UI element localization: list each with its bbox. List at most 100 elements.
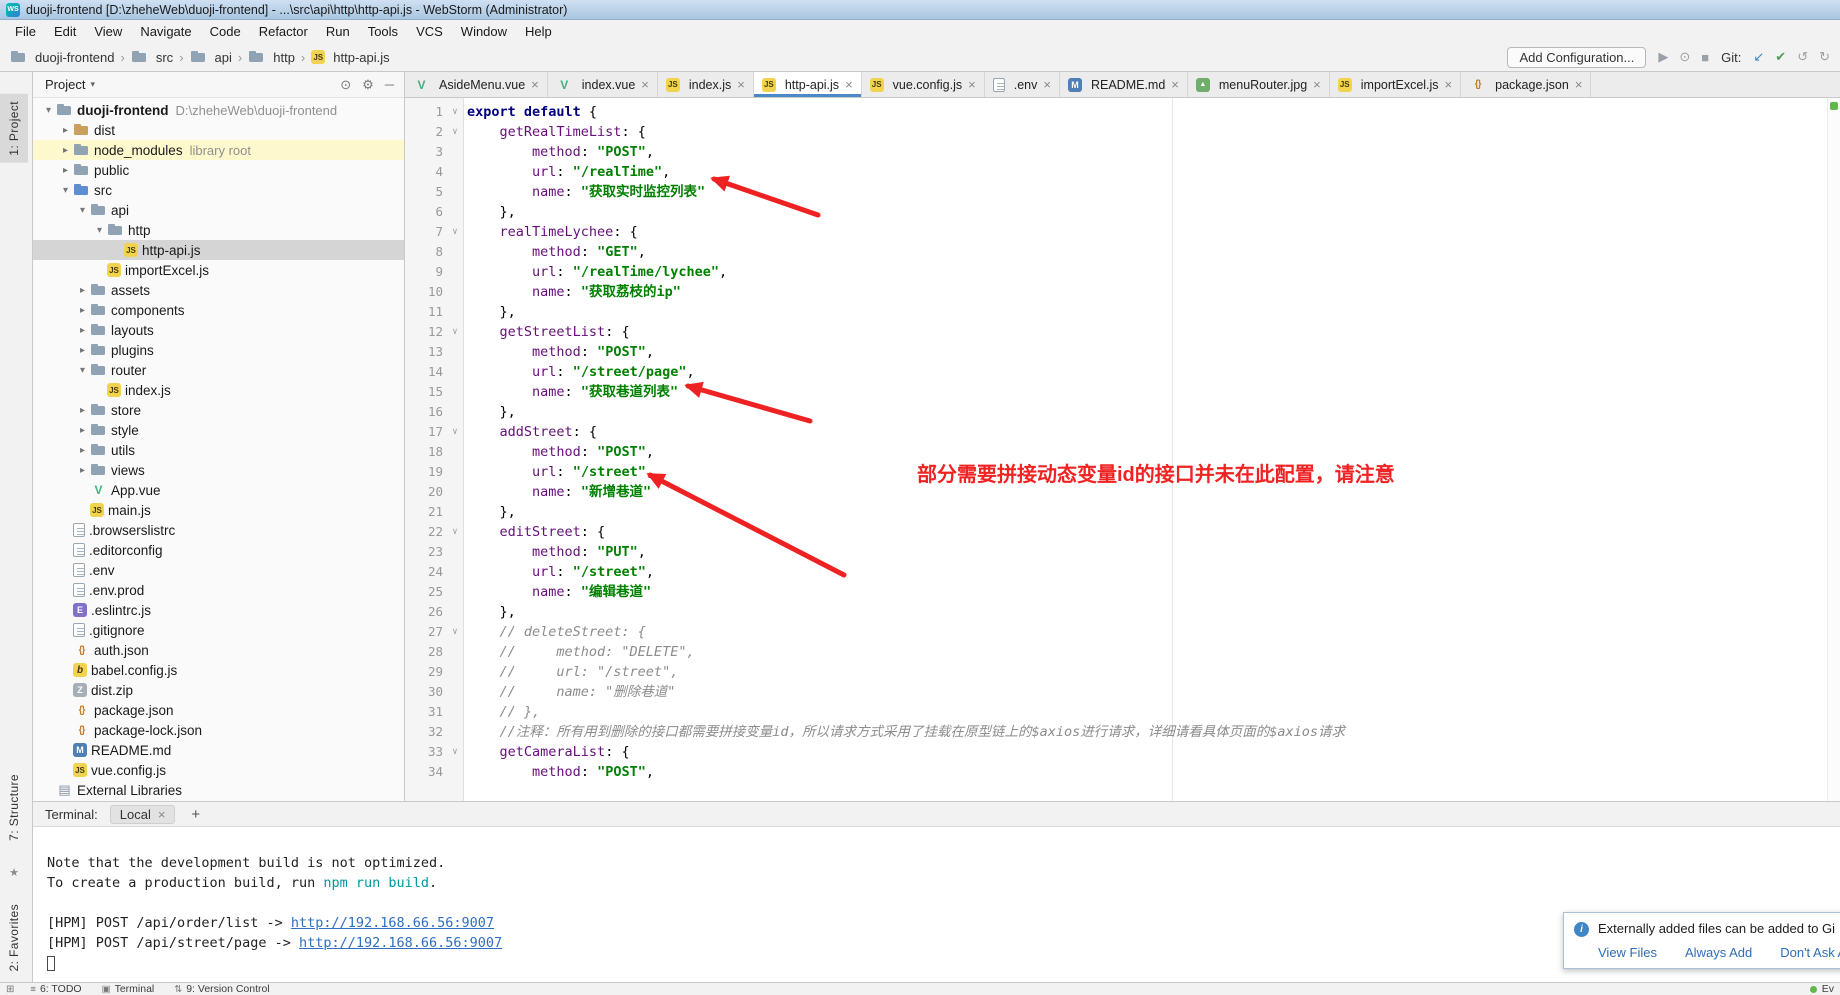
- line-number[interactable]: 27: [405, 622, 443, 642]
- terminal-link[interactable]: http://192.168.66.56:9007: [291, 915, 494, 931]
- menu-item-run[interactable]: Run: [317, 22, 359, 41]
- menu-item-vcs[interactable]: VCS: [407, 22, 452, 41]
- tree-item-package-lock-json[interactable]: {}package-lock.json: [33, 720, 404, 740]
- tree-item-package-json[interactable]: {}package.json: [33, 700, 404, 720]
- tree-item-dist[interactable]: ▸dist: [33, 120, 404, 140]
- line-number[interactable]: 18: [405, 442, 443, 462]
- tree-item-env-prod[interactable]: .env.prod: [33, 580, 404, 600]
- line-number[interactable]: 19: [405, 462, 443, 482]
- menu-item-code[interactable]: Code: [201, 22, 250, 41]
- menu-item-window[interactable]: Window: [452, 22, 516, 41]
- line-number[interactable]: 26: [405, 602, 443, 622]
- fold-icon[interactable]: ∨: [443, 622, 467, 642]
- line-number[interactable]: 21: [405, 502, 443, 522]
- tree-item-style[interactable]: ▸style: [33, 420, 404, 440]
- new-terminal-button[interactable]: +: [187, 806, 204, 823]
- chevron-down-icon[interactable]: ▾: [58, 185, 73, 196]
- line-number[interactable]: 32: [405, 722, 443, 742]
- hide-panel-icon[interactable]: ─: [385, 77, 394, 93]
- tab-http-api-js[interactable]: JShttp-api.js×: [754, 72, 862, 97]
- tab-importexcel-js[interactable]: JSimportExcel.js×: [1330, 72, 1461, 97]
- event-log-label[interactable]: Ev: [1822, 983, 1834, 995]
- gear-icon[interactable]: ⚙: [362, 77, 374, 93]
- breadcrumb-item-api[interactable]: api: [190, 49, 232, 65]
- close-icon[interactable]: ×: [1043, 77, 1051, 92]
- menu-item-edit[interactable]: Edit: [45, 22, 85, 41]
- tree-item-src[interactable]: ▾src: [33, 180, 404, 200]
- tree-item-main-js[interactable]: JSmain.js: [33, 500, 404, 520]
- fold-icon[interactable]: ∨: [443, 102, 467, 122]
- tree-item-auth-json[interactable]: {}auth.json: [33, 640, 404, 660]
- line-number[interactable]: 23: [405, 542, 443, 562]
- line-number[interactable]: 28: [405, 642, 443, 662]
- line-number[interactable]: 30: [405, 682, 443, 702]
- tool-stripe-project[interactable]: 1: Project: [0, 94, 28, 163]
- line-number[interactable]: 6: [405, 202, 443, 222]
- fold-icon[interactable]: ∨: [443, 322, 467, 342]
- line-number[interactable]: 8: [405, 242, 443, 262]
- refresh-icon[interactable]: ↻: [1819, 49, 1830, 65]
- git-update-icon[interactable]: ↙: [1753, 49, 1764, 65]
- line-number[interactable]: 12: [405, 322, 443, 342]
- tree-item-views[interactable]: ▸views: [33, 460, 404, 480]
- line-number[interactable]: 24: [405, 562, 443, 582]
- tree-item-browserslistrc[interactable]: .browserslistrc: [33, 520, 404, 540]
- tree-item-plugins[interactable]: ▸plugins: [33, 340, 404, 360]
- tab-vue-config-js[interactable]: JSvue.config.js×: [862, 72, 985, 97]
- tree-item-app-vue[interactable]: VApp.vue: [33, 480, 404, 500]
- tree-item-components[interactable]: ▸components: [33, 300, 404, 320]
- breadcrumb-item-http[interactable]: http: [248, 49, 295, 65]
- line-number[interactable]: 2: [405, 122, 443, 142]
- chevron-right-icon[interactable]: ▸: [58, 145, 73, 156]
- line-number[interactable]: 9: [405, 262, 443, 282]
- tab-menurouter-jpg[interactable]: ▲menuRouter.jpg×: [1188, 72, 1330, 97]
- tab-env[interactable]: .env×: [985, 72, 1060, 97]
- line-number[interactable]: 13: [405, 342, 443, 362]
- toolwindow-switcher-icon[interactable]: ⊞: [6, 984, 14, 995]
- menu-item-help[interactable]: Help: [516, 22, 561, 41]
- code-editor[interactable]: 1∨export default {2∨ getRealTimeList: {3…: [405, 98, 1840, 801]
- chevron-right-icon[interactable]: ▸: [75, 345, 90, 356]
- terminal-tab-local[interactable]: Local ×: [110, 805, 176, 824]
- tree-item-http-api-js[interactable]: JShttp-api.js: [33, 240, 404, 260]
- tree-item-external-libraries[interactable]: ▤External Libraries: [33, 780, 404, 800]
- line-number[interactable]: 29: [405, 662, 443, 682]
- tool-stripe-structure[interactable]: 7: Structure: [0, 767, 28, 848]
- line-number[interactable]: 15: [405, 382, 443, 402]
- tab-readme-md[interactable]: MREADME.md×: [1060, 72, 1188, 97]
- tree-item-api[interactable]: ▾api: [33, 200, 404, 220]
- status-item-terminal[interactable]: ▣Terminal: [102, 983, 155, 995]
- fold-icon[interactable]: ∨: [443, 422, 467, 442]
- menu-item-tools[interactable]: Tools: [359, 22, 407, 41]
- close-icon[interactable]: ×: [737, 77, 745, 92]
- tree-item-vue-config-js[interactable]: JSvue.config.js: [33, 760, 404, 780]
- tree-item-eslintrc-js[interactable]: E.eslintrc.js: [33, 600, 404, 620]
- line-number[interactable]: 31: [405, 702, 443, 722]
- chevron-right-icon[interactable]: ▸: [58, 125, 73, 136]
- tree-item-duoji-frontend[interactable]: ▾duoji-frontendD:\zheheWeb\duoji-fronten…: [33, 100, 404, 120]
- close-icon[interactable]: ×: [968, 77, 976, 92]
- fold-icon[interactable]: ∨: [443, 222, 467, 242]
- chevron-right-icon[interactable]: ▸: [75, 425, 90, 436]
- tree-item-gitignore[interactable]: .gitignore: [33, 620, 404, 640]
- status-item-9-version-control[interactable]: ⇅9: Version Control: [174, 983, 269, 995]
- line-number[interactable]: 22: [405, 522, 443, 542]
- tree-item-node-modules[interactable]: ▸node_moduleslibrary root: [33, 140, 404, 160]
- close-icon[interactable]: ×: [845, 77, 853, 92]
- line-number[interactable]: 7: [405, 222, 443, 242]
- chevron-down-icon[interactable]: ▾: [92, 225, 107, 236]
- line-number[interactable]: 3: [405, 142, 443, 162]
- tab-asidemenu-vue[interactable]: VAsideMenu.vue×: [405, 72, 548, 97]
- chevron-down-icon[interactable]: ▾: [41, 105, 56, 116]
- line-number[interactable]: 33: [405, 742, 443, 762]
- line-number[interactable]: 25: [405, 582, 443, 602]
- fold-icon[interactable]: ∨: [443, 522, 467, 542]
- tool-stripe-favorites[interactable]: 2: Favorites: [0, 897, 28, 979]
- menu-item-view[interactable]: View: [85, 22, 131, 41]
- editor-scrollbar[interactable]: [1827, 98, 1840, 801]
- chevron-right-icon[interactable]: ▸: [75, 445, 90, 456]
- tree-item-public[interactable]: ▸public: [33, 160, 404, 180]
- tree-item-layouts[interactable]: ▸layouts: [33, 320, 404, 340]
- tree-item-dist-zip[interactable]: Zdist.zip: [33, 680, 404, 700]
- tree-item-babel-config-js[interactable]: bbabel.config.js: [33, 660, 404, 680]
